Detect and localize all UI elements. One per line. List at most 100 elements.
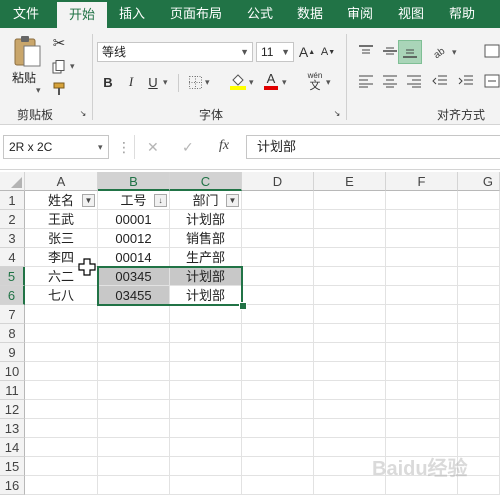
align-middle-icon[interactable] xyxy=(380,42,400,60)
cell[interactable] xyxy=(314,362,386,381)
cell[interactable] xyxy=(458,362,500,381)
borders-dropdown-icon[interactable]: ▾ xyxy=(205,77,210,88)
fill-color-icon[interactable] xyxy=(229,71,247,91)
cell[interactable] xyxy=(314,210,386,229)
cell[interactable] xyxy=(458,286,500,305)
cell[interactable] xyxy=(25,419,98,438)
row-header[interactable]: 15 xyxy=(0,457,25,476)
row-header[interactable]: 11 xyxy=(0,381,25,400)
cell[interactable] xyxy=(314,191,386,210)
paste-dropdown-icon[interactable]: ▾ xyxy=(36,85,41,96)
sort-filter-icon[interactable]: ↓ xyxy=(154,194,167,207)
cell[interactable] xyxy=(458,400,500,419)
row-header[interactable]: 4 xyxy=(0,248,25,267)
cell[interactable] xyxy=(242,476,314,495)
orientation-dropdown-icon[interactable]: ▾ xyxy=(452,47,457,58)
increase-font-size-icon[interactable]: A ▲ xyxy=(299,42,315,62)
cell[interactable] xyxy=(242,400,314,419)
select-all-corner[interactable] xyxy=(0,172,25,191)
cell[interactable] xyxy=(314,286,386,305)
copy-dropdown-icon[interactable]: ▾ xyxy=(70,61,75,72)
row-header[interactable]: 10 xyxy=(0,362,25,381)
cell[interactable] xyxy=(386,362,458,381)
wrap-text-icon[interactable] xyxy=(484,42,500,60)
tab-file[interactable]: 文件 xyxy=(0,0,52,28)
tab-data[interactable]: 数据 xyxy=(289,0,331,28)
name-box-dropdown-icon[interactable]: ▾ xyxy=(98,142,103,153)
phonetic-guide-icon[interactable]: wén 文 xyxy=(306,68,324,94)
cell[interactable]: 王武 xyxy=(25,210,98,229)
cell[interactable] xyxy=(314,343,386,362)
cell[interactable] xyxy=(170,381,242,400)
cut-icon[interactable]: ✂ xyxy=(50,34,68,52)
cell[interactable] xyxy=(386,191,458,210)
cell[interactable] xyxy=(386,305,458,324)
cell[interactable] xyxy=(386,248,458,267)
row-header[interactable]: 8 xyxy=(0,324,25,343)
cell[interactable] xyxy=(98,324,170,343)
cell[interactable] xyxy=(386,400,458,419)
cell[interactable] xyxy=(98,305,170,324)
cell[interactable] xyxy=(98,362,170,381)
cell[interactable] xyxy=(170,305,242,324)
filter-dropdown-icon[interactable]: ▼ xyxy=(226,194,239,207)
fill-color-dropdown-icon[interactable]: ▾ xyxy=(249,77,254,88)
cell[interactable] xyxy=(314,419,386,438)
format-painter-icon[interactable] xyxy=(50,80,68,98)
tab-review[interactable]: 审阅 xyxy=(339,0,381,28)
cell[interactable] xyxy=(98,438,170,457)
align-left-icon[interactable] xyxy=(356,72,376,90)
align-right-icon[interactable] xyxy=(404,72,424,90)
cell-selected[interactable]: 00345 xyxy=(98,267,170,286)
name-box[interactable]: 2R x 2C xyxy=(3,135,109,159)
formula-input[interactable]: 计划部 xyxy=(246,135,500,159)
underline-button[interactable]: U xyxy=(146,73,160,91)
column-header-d[interactable]: D xyxy=(242,172,314,191)
cell[interactable] xyxy=(25,381,98,400)
increase-indent-icon[interactable] xyxy=(456,72,476,90)
cell[interactable] xyxy=(458,419,500,438)
cell[interactable] xyxy=(242,229,314,248)
cell[interactable] xyxy=(458,343,500,362)
row-header[interactable]: 2 xyxy=(0,210,25,229)
borders-icon[interactable] xyxy=(187,73,203,91)
cell[interactable] xyxy=(242,362,314,381)
paste-label[interactable]: 粘贴 xyxy=(12,69,36,86)
clipboard-launcher-icon[interactable]: ↘ xyxy=(78,108,88,118)
cell[interactable]: 00014 xyxy=(98,248,170,267)
tab-insert[interactable]: 插入 xyxy=(111,0,153,28)
cell[interactable] xyxy=(25,324,98,343)
cell[interactable] xyxy=(386,229,458,248)
row-header[interactable]: 16 xyxy=(0,476,25,495)
orientation-icon[interactable]: ab xyxy=(430,42,450,60)
cell[interactable] xyxy=(242,210,314,229)
italic-button[interactable]: I xyxy=(124,73,138,91)
header-cell-name[interactable]: 姓名 ▼ xyxy=(25,191,98,210)
cell[interactable] xyxy=(170,324,242,343)
cell[interactable] xyxy=(458,381,500,400)
column-header-c[interactable]: C xyxy=(170,172,242,191)
cell[interactable]: 00001 xyxy=(98,210,170,229)
cell[interactable] xyxy=(458,191,500,210)
cell[interactable] xyxy=(242,191,314,210)
cell[interactable] xyxy=(386,324,458,343)
cell[interactable]: 生产部 xyxy=(170,248,242,267)
decrease-font-size-icon[interactable]: A ▼ xyxy=(320,42,336,62)
font-size-combo[interactable]: 11 ▼ xyxy=(256,42,294,62)
cell[interactable] xyxy=(458,267,500,286)
cell[interactable] xyxy=(25,305,98,324)
header-cell-id[interactable]: 工号 ↓ xyxy=(98,191,170,210)
insert-function-icon[interactable]: fx xyxy=(219,138,229,154)
align-top-icon[interactable] xyxy=(356,42,376,60)
cell[interactable] xyxy=(242,248,314,267)
cell-selected[interactable]: 03455 xyxy=(98,286,170,305)
cell[interactable] xyxy=(170,343,242,362)
tab-formulas[interactable]: 公式 xyxy=(239,0,281,28)
cell[interactable] xyxy=(242,267,314,286)
row-header[interactable]: 12 xyxy=(0,400,25,419)
cell[interactable] xyxy=(170,362,242,381)
cell[interactable] xyxy=(386,419,458,438)
cell[interactable] xyxy=(170,438,242,457)
cell[interactable] xyxy=(314,305,386,324)
cell[interactable]: 00012 xyxy=(98,229,170,248)
